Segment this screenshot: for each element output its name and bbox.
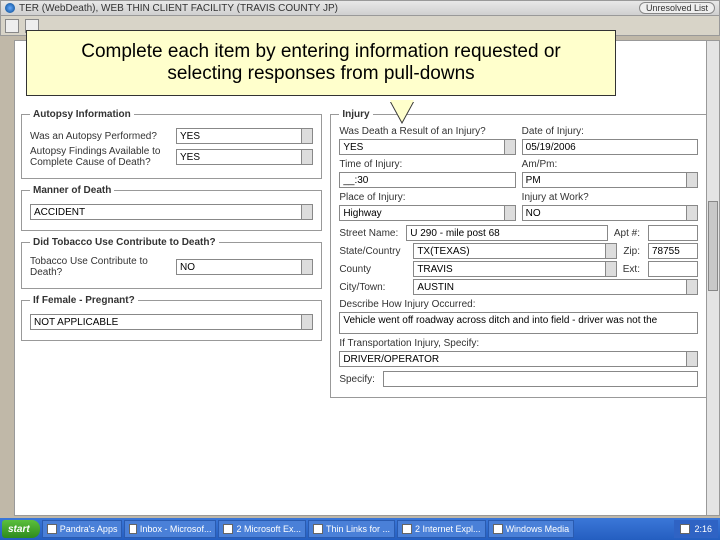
folder-icon xyxy=(47,524,57,534)
ie-icon xyxy=(402,524,412,534)
autopsy-fieldset: Autopsy Information Was an Autopsy Perfo… xyxy=(21,109,322,179)
injury-time-input[interactable]: __:30 xyxy=(339,172,515,188)
media-icon xyxy=(493,524,503,534)
apt-label: Apt #: xyxy=(614,228,640,239)
injury-time-label: Time of Injury: xyxy=(339,159,515,170)
manner-of-death-select[interactable]: ACCIDENT xyxy=(30,204,313,220)
autopsy-findings-label: Autopsy Findings Available to Complete C… xyxy=(30,146,170,168)
city-select[interactable]: AUSTIN xyxy=(413,279,698,295)
tobacco-fieldset: Did Tobacco Use Contribute to Death? Tob… xyxy=(21,237,322,289)
city-label: City/Town: xyxy=(339,282,405,293)
describe-label: Describe How Injury Occurred: xyxy=(339,299,698,310)
taskbar-item[interactable]: Inbox - Microsof... xyxy=(124,520,216,538)
injury-ampm-select[interactable]: PM xyxy=(522,172,698,188)
specify-label: Specify: xyxy=(339,374,375,385)
taskbar-item[interactable]: 2 Internet Expl... xyxy=(397,520,486,538)
tobacco-legend: Did Tobacco Use Contribute to Death? xyxy=(30,237,219,248)
injury-place-label: Place of Injury: xyxy=(339,192,515,203)
vertical-scrollbar[interactable] xyxy=(706,40,720,516)
tobacco-select[interactable]: NO xyxy=(176,259,313,275)
pregnant-select[interactable]: NOT APPLICABLE xyxy=(30,314,313,330)
autopsy-legend: Autopsy Information xyxy=(30,109,134,120)
manner-legend: Manner of Death xyxy=(30,185,114,196)
county-select[interactable]: TRAVIS xyxy=(413,261,616,277)
pregnant-legend: If Female - Pregnant? xyxy=(30,295,138,306)
system-tray[interactable]: 2:16 xyxy=(674,520,718,538)
apt-input[interactable] xyxy=(648,225,698,241)
unresolved-list-button[interactable]: Unresolved List xyxy=(639,2,715,14)
specify-input[interactable] xyxy=(383,371,698,387)
injury-date-input[interactable]: 05/19/2006 xyxy=(522,139,698,155)
injury-result-select[interactable]: YES xyxy=(339,139,515,155)
autopsy-findings-select[interactable]: YES xyxy=(176,149,313,165)
county-label: County xyxy=(339,264,405,275)
taskbar-item[interactable]: Pandra's Apps xyxy=(42,520,123,538)
app-title: TER (WebDeath), WEB THIN CLIENT FACILITY… xyxy=(19,3,338,14)
tobacco-label: Tobacco Use Contribute to Death? xyxy=(30,256,170,278)
scrollbar-thumb[interactable] xyxy=(708,201,718,291)
injury-place-select[interactable]: Highway xyxy=(339,205,515,221)
zip-input[interactable]: 78755 xyxy=(648,243,698,259)
ext-input[interactable] xyxy=(648,261,698,277)
taskbar-item[interactable]: Thin Links for ... xyxy=(308,520,395,538)
injury-work-label: Injury at Work? xyxy=(522,192,698,203)
callout-tail xyxy=(390,100,414,122)
taskbar-item[interactable]: Windows Media xyxy=(488,520,575,538)
street-label: Street Name: xyxy=(339,228,398,239)
autopsy-performed-label: Was an Autopsy Performed? xyxy=(30,131,170,142)
injury-result-label: Was Death a Result of an Injury? xyxy=(339,126,515,137)
taskbar-item[interactable]: 2 Microsoft Ex... xyxy=(218,520,306,538)
app-titlebar: TER (WebDeath), WEB THIN CLIENT FACILITY… xyxy=(0,0,720,16)
ext-label: Ext: xyxy=(623,264,640,275)
tray-icon xyxy=(680,524,690,534)
excel-icon xyxy=(223,524,233,534)
zip-label: Zip: xyxy=(623,246,640,257)
form-content-area: Autopsy Information Was an Autopsy Perfo… xyxy=(14,40,714,516)
toolbar-icon-1[interactable] xyxy=(5,19,19,33)
autopsy-performed-select[interactable]: YES xyxy=(176,128,313,144)
app-logo-icon xyxy=(5,3,15,13)
mail-icon xyxy=(129,524,136,534)
windows-taskbar: start Pandra's Apps Inbox - Microsof... … xyxy=(0,518,720,540)
pregnant-fieldset: If Female - Pregnant? NOT APPLICABLE xyxy=(21,295,322,341)
street-input[interactable]: U 290 - mile post 68 xyxy=(406,225,608,241)
injury-fieldset: Injury Was Death a Result of an Injury? … xyxy=(330,109,707,398)
manner-fieldset: Manner of Death ACCIDENT xyxy=(21,185,322,231)
clock: 2:16 xyxy=(694,524,712,534)
state-label: State/Country xyxy=(339,246,405,257)
start-button[interactable]: start xyxy=(2,520,40,538)
doc-icon xyxy=(313,524,323,534)
injury-legend: Injury xyxy=(339,109,372,120)
instruction-callout: Complete each item by entering informati… xyxy=(26,30,616,96)
describe-injury-textarea[interactable]: Vehicle went off roadway across ditch an… xyxy=(339,312,698,334)
transport-select[interactable]: DRIVER/OPERATOR xyxy=(339,351,698,367)
injury-date-label: Date of Injury: xyxy=(522,126,698,137)
transport-label: If Transportation Injury, Specify: xyxy=(339,338,698,349)
injury-work-select[interactable]: NO xyxy=(522,205,698,221)
state-select[interactable]: TX(TEXAS) xyxy=(413,243,617,259)
injury-ampm-label: Am/Pm: xyxy=(522,159,698,170)
